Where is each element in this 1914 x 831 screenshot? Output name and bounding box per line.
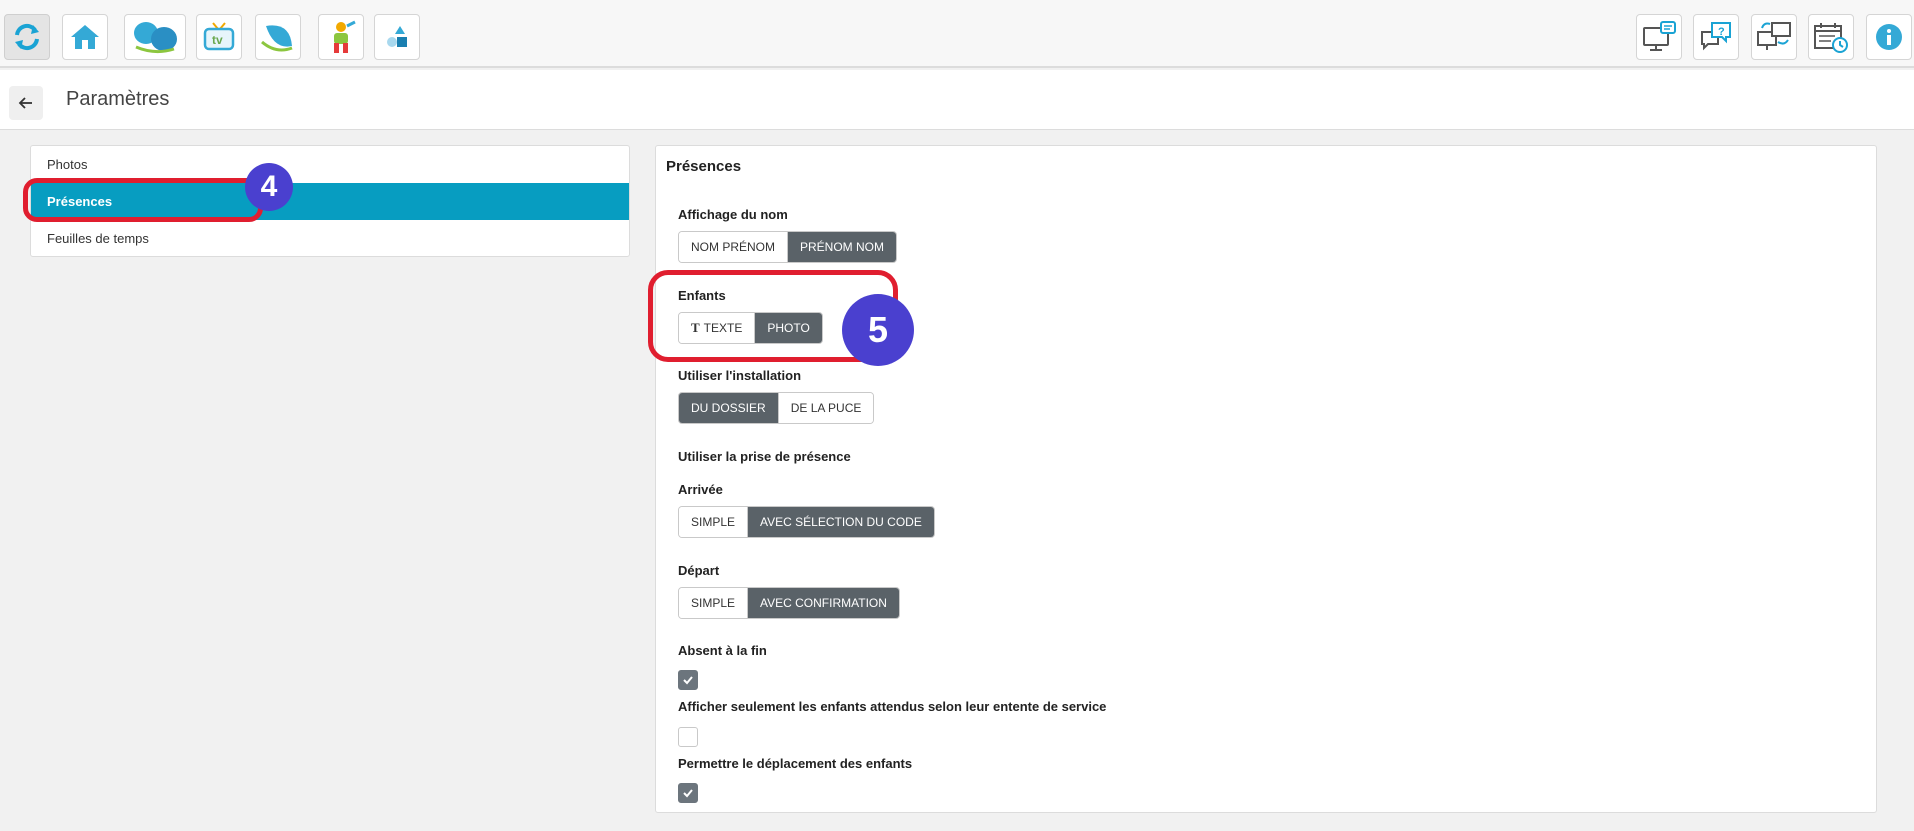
annotation-badge-4: 4 [245, 163, 293, 211]
arrival-label: Arrivée [678, 482, 723, 497]
child-button[interactable] [318, 14, 364, 60]
back-button[interactable] [9, 86, 43, 120]
sync-screens-icon [1757, 22, 1791, 50]
departure-option-simple[interactable]: SIMPLE [679, 588, 748, 618]
calendar-clock-button[interactable] [1808, 14, 1854, 60]
butterfly-icon [134, 22, 177, 54]
shapes-icon [387, 26, 407, 47]
svg-text:?: ? [1718, 26, 1725, 38]
name-display-option-nom-prenom[interactable]: NOM PRÉNOM [679, 232, 787, 262]
tv-icon: tv [203, 22, 235, 51]
sync-screens-button[interactable] [1751, 14, 1797, 60]
name-display-label: Affichage du nom [678, 207, 788, 222]
arrival-option-simple[interactable]: SIMPLE [679, 507, 748, 537]
help-chat-icon: ? [1701, 22, 1731, 51]
allow-move-checkbox[interactable] [678, 783, 698, 803]
svg-text:tv: tv [212, 33, 223, 47]
expected-only-label: Afficher seulement les enfants attendus … [678, 699, 1107, 714]
info-icon [1876, 24, 1902, 50]
leaf-button[interactable] [255, 14, 301, 60]
name-display-option-prenom-nom[interactable]: PRÉNOM NOM [787, 232, 896, 262]
menu-item-feuilles-de-temps[interactable]: Feuilles de temps [31, 220, 629, 257]
presences-panel: Présences Affichage du nom NOM PRÉNOM PR… [655, 145, 1877, 813]
name-display-toggle: NOM PRÉNOM PRÉNOM NOM [678, 231, 897, 263]
butterfly-button[interactable] [124, 14, 186, 60]
departure-toggle: SIMPLE AVEC CONFIRMATION [678, 587, 900, 619]
installation-toggle: DU DOSSIER DE LA PUCE [678, 392, 875, 424]
refresh-button[interactable] [4, 14, 50, 60]
annotation-badge-5: 5 [842, 294, 914, 366]
shapes-button[interactable] [374, 14, 420, 60]
arrival-toggle: SIMPLE AVEC SÉLECTION DU CODE [678, 506, 935, 538]
installation-label: Utiliser l'installation [678, 368, 802, 383]
monitor-message-button[interactable] [1636, 14, 1682, 60]
installation-option-du-dossier[interactable]: DU DOSSIER [679, 393, 778, 423]
child-icon [334, 20, 356, 53]
check-icon [683, 676, 693, 685]
arrow-left-icon [18, 97, 32, 109]
monitor-message-icon [1643, 21, 1676, 51]
installation-option-de-la-puce[interactable]: DE LA PUCE [777, 393, 874, 423]
page-title: Paramètres [66, 88, 170, 110]
departure-label: Départ [678, 563, 720, 578]
departure-option-avec-confirmation[interactable]: AVEC CONFIRMATION [747, 588, 899, 618]
arrival-option-avec-selection[interactable]: AVEC SÉLECTION DU CODE [747, 507, 934, 537]
absent-end-label: Absent à la fin [678, 643, 767, 658]
leaf-icon [261, 25, 293, 52]
home-icon [71, 25, 99, 49]
home-button[interactable] [62, 14, 108, 60]
allow-move-label: Permettre le déplacement des enfants [678, 756, 913, 771]
panel-title: Présences [666, 158, 742, 175]
check-icon [683, 789, 693, 798]
absent-end-checkbox[interactable] [678, 670, 698, 690]
page-header: Paramètres [0, 70, 1914, 130]
calendar-clock-icon [1814, 23, 1848, 53]
info-button[interactable] [1866, 14, 1912, 60]
top-toolbar: tv ? [0, 0, 1914, 68]
annotation-highlight-presences [23, 178, 263, 222]
attendance-label: Utiliser la prise de présence [678, 449, 851, 464]
tv-button[interactable]: tv [196, 14, 242, 60]
refresh-icon [15, 23, 39, 51]
expected-only-checkbox[interactable] [678, 727, 698, 747]
help-chat-button[interactable]: ? [1693, 14, 1739, 60]
